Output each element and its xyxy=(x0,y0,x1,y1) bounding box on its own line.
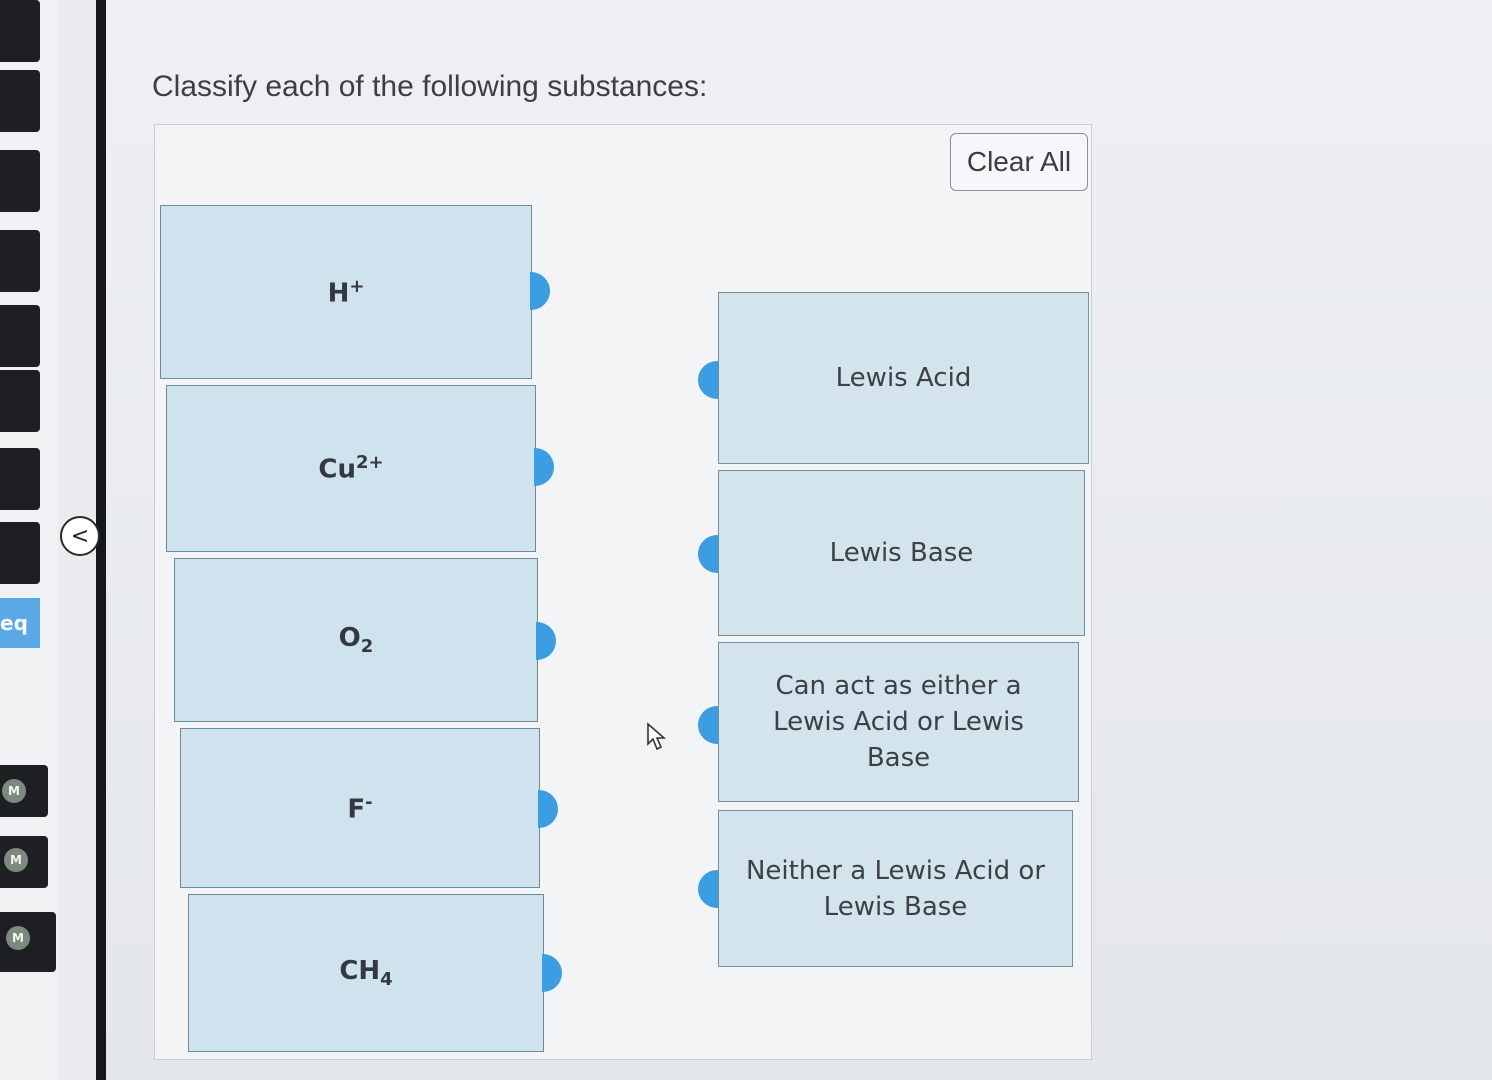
question-prompt: Classify each of the following substance… xyxy=(152,70,708,103)
drop-target-lewis-acid[interactable]: Lewis Acid xyxy=(718,292,1089,464)
mastered-badge-icon: M xyxy=(6,926,30,950)
drag-item-f-minus[interactable]: F- xyxy=(180,728,540,888)
item-label: CH4 xyxy=(339,955,393,991)
target-label: Can act as either a Lewis Acid or Lewis … xyxy=(773,671,1024,773)
sidebar-item-label: eq xyxy=(0,611,28,635)
item-label: O2 xyxy=(338,622,374,658)
left-sidebar: eq M M M xyxy=(0,0,58,1080)
sidebar-tab[interactable] xyxy=(0,305,40,367)
target-label: Lewis Base xyxy=(829,538,974,568)
sidebar-tab[interactable] xyxy=(0,150,40,212)
sidebar-tab[interactable]: M xyxy=(0,765,48,817)
sidebar-tab[interactable] xyxy=(0,70,40,132)
sidebar-tab[interactable] xyxy=(0,230,40,292)
drop-target-either[interactable]: Can act as either a Lewis Acid or Lewis … xyxy=(718,642,1079,802)
mastered-badge-icon: M xyxy=(2,779,26,803)
sidebar-tab[interactable]: M xyxy=(0,836,48,888)
sidebar-item-current[interactable]: eq xyxy=(0,598,40,648)
sidebar-tab[interactable] xyxy=(0,448,40,510)
drag-item-o2[interactable]: O2 xyxy=(174,558,538,722)
collapse-sidebar-button[interactable]: < xyxy=(60,516,100,556)
sidebar-tab[interactable] xyxy=(0,370,40,432)
drop-target-lewis-base[interactable]: Lewis Base xyxy=(718,470,1085,636)
drag-item-h-plus[interactable]: H+ xyxy=(160,205,532,379)
sidebar-tab[interactable]: M xyxy=(0,912,56,972)
mastered-badge-icon: M xyxy=(4,848,28,872)
chevron-left-icon: < xyxy=(70,523,90,549)
clear-all-button[interactable]: Clear All xyxy=(950,133,1088,191)
item-label: F- xyxy=(347,791,373,825)
sidebar-tab[interactable] xyxy=(0,522,40,584)
drop-target-neither[interactable]: Neither a Lewis Acid or Lewis Base xyxy=(718,810,1073,967)
target-label: Neither a Lewis Acid or Lewis Base xyxy=(745,855,1046,922)
mouse-pointer-icon xyxy=(647,722,667,751)
drag-item-cu-2plus[interactable]: Cu2+ xyxy=(166,385,536,552)
item-label: Cu2+ xyxy=(318,452,384,485)
sidebar-tab[interactable] xyxy=(0,0,40,62)
drag-item-ch4[interactable]: CH4 xyxy=(188,894,544,1052)
target-label: Lewis Acid xyxy=(835,363,972,393)
item-label: H+ xyxy=(327,275,365,309)
